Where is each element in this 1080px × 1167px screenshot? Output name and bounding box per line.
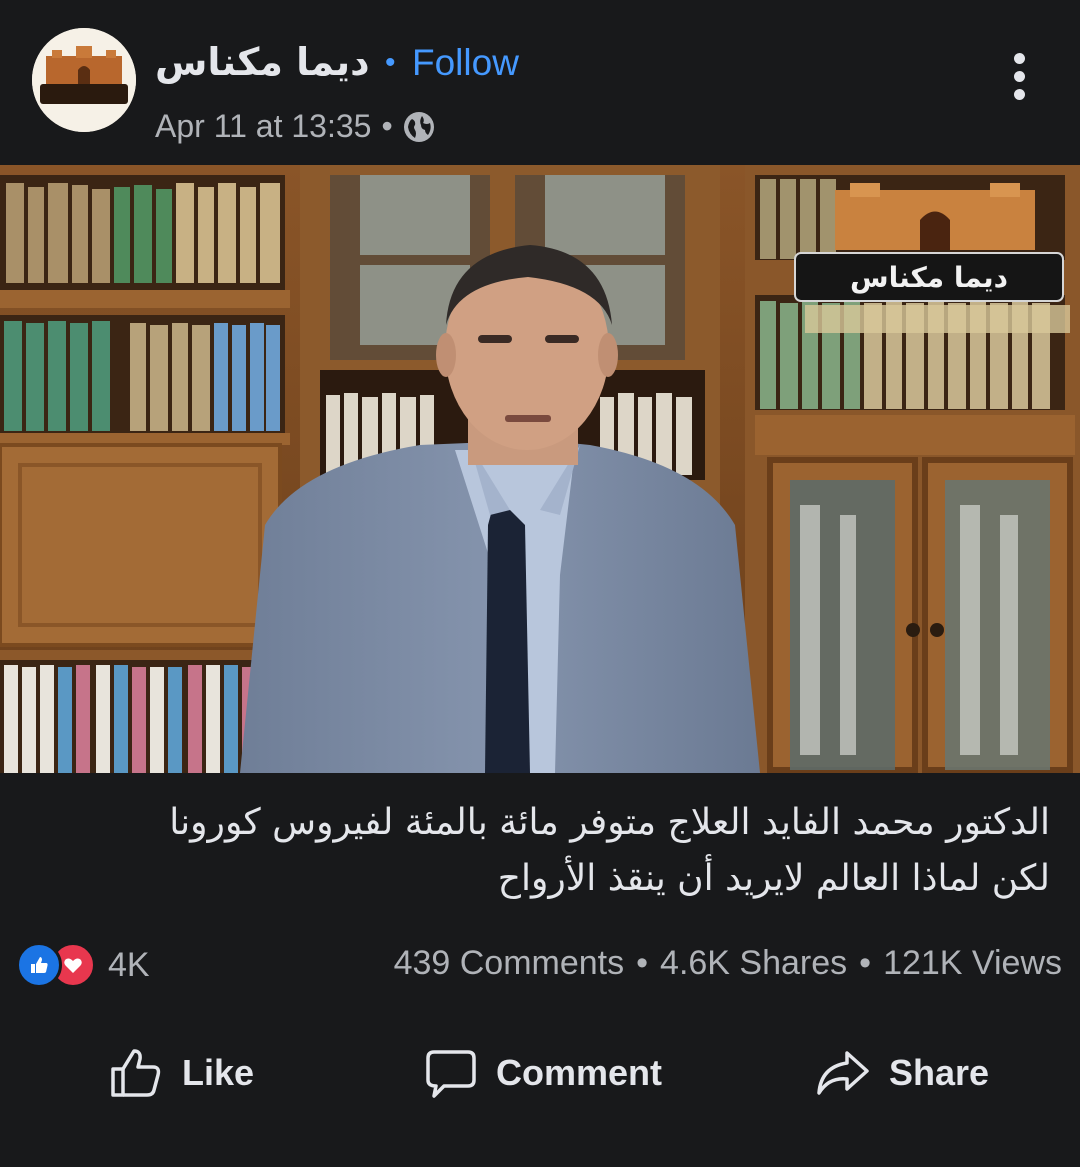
- share-button[interactable]: Share: [815, 1025, 989, 1120]
- comment-label: Comment: [496, 1051, 663, 1093]
- reaction-count: 4K: [108, 945, 150, 984]
- follow-separator: •: [385, 46, 396, 79]
- avatar-logo: [32, 28, 136, 132]
- page-name[interactable]: ديما مكناس: [155, 40, 370, 84]
- like-label: Like: [182, 1051, 255, 1093]
- follow-button[interactable]: Follow: [412, 42, 519, 84]
- stats-separator: •: [636, 944, 649, 982]
- like-button[interactable]: Like: [108, 1025, 254, 1120]
- post-meta: Apr 11 at 13:35 •: [155, 108, 435, 145]
- post-header: ديما مكناس • Follow Apr 11 at 13:35 •: [0, 0, 1080, 165]
- post-timestamp[interactable]: Apr 11 at 13:35: [155, 108, 371, 145]
- video-frame: ديما مكناس: [0, 165, 1080, 773]
- reactions-summary[interactable]: 4K: [16, 942, 150, 988]
- action-bar: Like Comment Share: [0, 1025, 1080, 1120]
- meta-separator: •: [381, 108, 393, 144]
- caption-line: الدكتور محمد الفايد العلاج متوفر مائة با…: [169, 802, 1050, 843]
- page-avatar[interactable]: [32, 28, 136, 132]
- globe-icon: [403, 111, 434, 142]
- comment-button[interactable]: Comment: [424, 1025, 662, 1120]
- post-stats: 439 Comments • 4.6K Shares • 121K Views: [394, 944, 1062, 983]
- stats-separator: •: [859, 944, 872, 982]
- comments-count[interactable]: 439 Comments: [394, 944, 625, 983]
- video-player[interactable]: ديما مكناس: [0, 165, 1080, 773]
- shares-count[interactable]: 4.6K Shares: [660, 944, 847, 983]
- share-label: Share: [889, 1051, 990, 1093]
- post-caption: الدكتور محمد الفايد العلاج متوفر مائة با…: [40, 795, 1050, 907]
- like-icon: [111, 1048, 161, 1097]
- comment-icon: [426, 1049, 476, 1098]
- views-count: 121K Views: [883, 944, 1062, 982]
- like-reaction-icon: [16, 942, 62, 988]
- video-watermark: ديما مكناس: [850, 261, 1008, 294]
- caption-line: لكن لماذا العالم لايريد أن ينقذ الأرواح: [497, 858, 1050, 899]
- share-icon: [817, 1050, 869, 1095]
- more-options-icon[interactable]: [1000, 48, 1038, 104]
